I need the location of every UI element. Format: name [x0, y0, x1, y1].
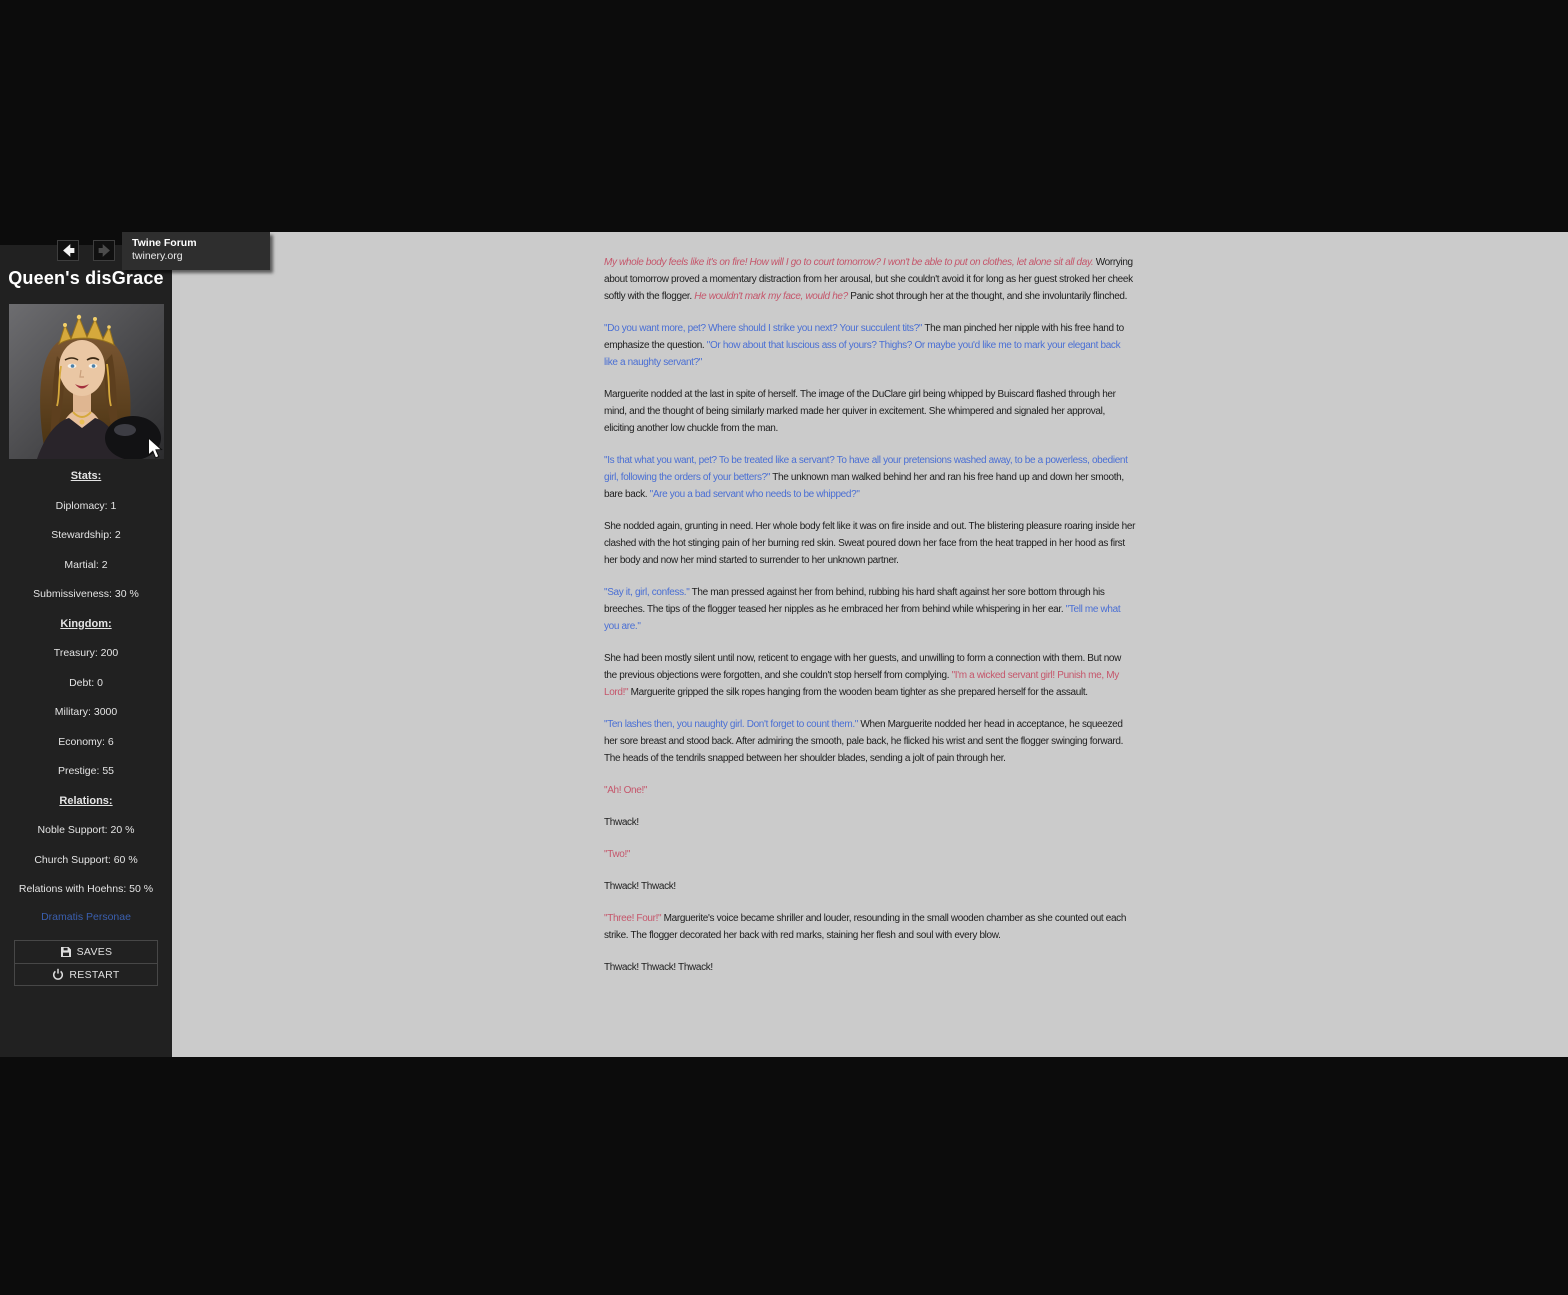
history-controls: [57, 240, 115, 261]
speech-red-text: "Two!": [604, 849, 631, 860]
speech-blue-text: "Ten lashes then, you naughty girl. Don'…: [604, 719, 858, 730]
power-icon: [53, 968, 64, 980]
story-text: Thwack! Thwack!: [604, 881, 676, 892]
stat-line: Military: 3000: [54, 706, 118, 718]
stat-line: Economy: 6: [58, 735, 114, 748]
story-paragraph: Thwack! Thwack! Thwack!: [604, 959, 1136, 976]
tooltip-url: twinery.org: [132, 250, 183, 262]
arrow-right-icon: [98, 244, 110, 257]
story-text: Marguerite nodded at the last in spite o…: [604, 389, 1116, 434]
mouse-cursor: [148, 437, 163, 459]
story-paragraph: She had been mostly silent until now, re…: [604, 650, 1136, 701]
section-heading: Stats:: [70, 470, 102, 482]
speech-red-text: "Ah! One!": [604, 785, 648, 796]
back-button[interactable]: [57, 240, 79, 261]
stat-line: Church Support: 60 %: [34, 853, 138, 866]
saves-button[interactable]: SAVES: [15, 941, 157, 963]
story-paragraph: "Say it, girl, confess." The man pressed…: [604, 584, 1136, 635]
game-window: Queen's disGrace Stats: Diplomacy: 1 Ste…: [0, 232, 1568, 1057]
story-text: Thwack!: [604, 817, 639, 828]
forward-button[interactable]: [93, 240, 115, 261]
stats-panel: Stats: Diplomacy: 1 Stewardship: 2 Martial:…: [0, 469, 172, 896]
speech-red-text: "Three! Four!": [604, 913, 662, 924]
queen-portrait: [8, 304, 164, 459]
thought-red-text: My whole body feels like it's on fire! H…: [604, 257, 1094, 268]
story-text: She nodded again, grunting in need. Her …: [604, 521, 1136, 566]
story-text: Marguerite's voice became shriller and l…: [604, 913, 1127, 941]
story-paragraph: My whole body feels like it's on fire! H…: [604, 254, 1136, 305]
menu-buttons: SAVES RESTART: [14, 940, 158, 986]
arrow-left-icon: [62, 244, 74, 257]
story-title: Queen's disGrace: [8, 268, 164, 288]
story-paragraph: Thwack! Thwack!: [604, 878, 1136, 895]
floppy-disk-icon: [60, 947, 71, 957]
stat-line: Relations with Hoehns: 50 %: [18, 883, 154, 895]
stat-line: Stewardship: 2: [51, 529, 121, 541]
speech-blue-text: "Do you want more, pet? Where should I s…: [604, 323, 923, 334]
stat-line: Debt: 0: [69, 676, 103, 689]
stat-line: Prestige: 55: [57, 765, 115, 777]
story-paragraph: "Is that what you want, pet? To be treat…: [604, 452, 1136, 503]
story-passage: My whole body feels like it's on fire! H…: [604, 232, 1136, 976]
stat-line: Diplomacy: 1: [55, 499, 117, 512]
stat-line: Treasury: 200: [53, 647, 119, 659]
story-text: Thwack! Thwack! Thwack!: [604, 962, 713, 973]
story-paragraph: "Two!": [604, 846, 1136, 863]
stat-line: Noble Support: 20 %: [37, 824, 135, 836]
story-paragraph: Marguerite nodded at the last in spite o…: [604, 386, 1136, 437]
story-paragraph: "Ah! One!": [604, 782, 1136, 799]
link-tooltip: Twine Forum twinery.org: [122, 232, 270, 270]
restart-button[interactable]: RESTART: [15, 963, 157, 985]
thought-red-text: He wouldn't mark my face, would he?: [694, 291, 848, 302]
story-paragraph: She nodded again, grunting in need. Her …: [604, 518, 1136, 569]
stat-line: Submissiveness: 30 %: [33, 588, 139, 600]
section-heading: Kingdom:: [60, 617, 112, 630]
saves-label: SAVES: [76, 946, 113, 958]
story-text: Marguerite gripped the silk ropes hangin…: [628, 687, 1088, 698]
story-text: Panic shot through her at the thought, a…: [847, 291, 1128, 302]
sidebar: Queen's disGrace Stats: Diplomacy: 1 Ste…: [0, 232, 172, 1057]
story-paragraph: Thwack!: [604, 814, 1136, 831]
stat-line: Martial: 2: [64, 558, 108, 571]
tooltip-title: Twine Forum: [132, 237, 197, 249]
story-area: My whole body feels like it's on fire! H…: [172, 232, 1568, 1057]
speech-blue-text: "Are you a bad servant who needs to be w…: [649, 489, 860, 500]
speech-blue-text: "Say it, girl, confess.": [604, 587, 690, 598]
dramatis-personae-link[interactable]: Dramatis Personae: [0, 910, 172, 924]
section-heading: Relations:: [59, 794, 113, 807]
story-paragraph: "Ten lashes then, you naughty girl. Don'…: [604, 716, 1136, 767]
restart-label: RESTART: [69, 968, 120, 981]
story-paragraph: "Do you want more, pet? Where should I s…: [604, 320, 1136, 371]
story-paragraph: "Three! Four!" Marguerite's voice became…: [604, 910, 1136, 944]
